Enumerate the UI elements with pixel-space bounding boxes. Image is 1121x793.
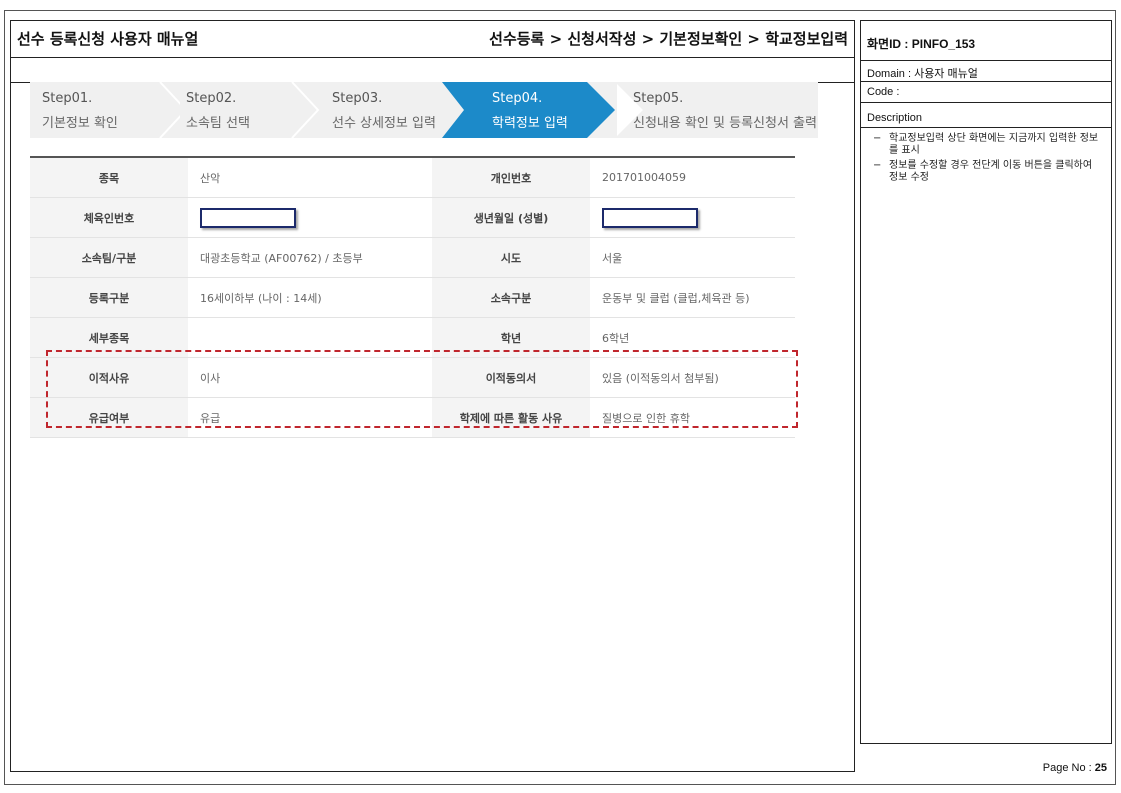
table-value-cell [590, 197, 795, 238]
step-4: Step04. 학력정보 입력 [490, 82, 600, 138]
step-3: Step03. 선수 상세정보 입력 [320, 82, 450, 138]
domain-label: Domain : 사용자 매뉴얼 [861, 61, 1111, 82]
table-value-cell [188, 197, 432, 238]
page-number: Page No : 25 [1043, 762, 1107, 774]
step-number: Step05. [633, 91, 684, 106]
table-row: 소속팀/구분 대광초등학교 (AF00762) / 초등부 시도 서울 [30, 237, 795, 278]
table-header-cell: 소속팀/구분 [30, 237, 188, 278]
page-label: Page No : [1042, 762, 1092, 774]
side-panel: 화면ID : PINFO_153 Domain : 사용자 매뉴얼 Code :… [860, 20, 1112, 744]
redacted-box [602, 207, 698, 228]
table-value-cell: 대광초등학교 (AF00762) / 초등부 [188, 237, 432, 278]
step-5: Step05. 신청내용 확인 및 등록신청서 출력 [615, 82, 818, 138]
step-number: Step02. [186, 91, 237, 106]
step-label: 선수 상세정보 입력 [332, 116, 436, 131]
table-header-cell: 시도 [432, 237, 590, 278]
table-value-cell: 서울 [590, 237, 795, 278]
table-header-cell: 체육인번호 [30, 197, 188, 238]
table-header-cell: 개인번호 [432, 156, 590, 198]
page-number-value: 25 [1094, 762, 1107, 774]
table-value-cell: 운동부 및 클럽 (클럽,체육관 등) [590, 277, 795, 318]
step-label: 기본정보 확인 [42, 116, 118, 131]
screen-id: 화면ID : PINFO_153 [861, 21, 1111, 61]
description-label: Description [861, 103, 1111, 128]
step-label: 소속팀 선택 [186, 116, 250, 131]
breadcrumb: 선수등록 > 신청서작성 > 기본정보확인 > 학교정보입력 [489, 30, 848, 48]
table-header-cell: 등록구분 [30, 277, 188, 318]
header-subbar [11, 57, 854, 83]
table-row: 등록구분 16세이하부 (나이 : 14세) 소속구분 운동부 및 클럽 (클럽… [30, 277, 795, 318]
table-header-cell: 생년월일 (성별) [432, 197, 590, 238]
description-text: 학교정보입력 상단 화면에는 지금까지 입력한 정보를 표시 [889, 133, 1099, 156]
table-header-cell: 종목 [30, 156, 188, 198]
doc-title: 선수 등록신청 사용자 매뉴얼 [17, 30, 199, 48]
table-value-cell: 산악 [188, 156, 432, 198]
step-number: Step01. [42, 91, 93, 106]
table-row: 체육인번호 생년월일 (성별) [30, 197, 795, 238]
step-progress: Step01. 기본정보 확인 Step02. 소속팀 선택 Step03. 선… [30, 82, 818, 138]
step-number: Step03. [332, 91, 383, 106]
table-value-cell: 16세이하부 (나이 : 14세) [188, 277, 432, 318]
table-row: 종목 산악 개인번호 201701004059 [30, 156, 795, 198]
description-text: 정보를 수정할 경우 전단계 이동 버튼을 클릭하여 정보 수정 [889, 160, 1093, 183]
list-item: − 정보를 수정할 경우 전단계 이동 버튼을 클릭하여 정보 수정 [873, 160, 1093, 183]
description-list: − 학교정보입력 상단 화면에는 지금까지 입력한 정보를 표시 − 정보를 수정할… [869, 133, 1103, 187]
list-item: − 학교정보입력 상단 화면에는 지금까지 입력한 정보를 표시 [873, 133, 1099, 156]
table-header-cell: 소속구분 [432, 277, 590, 318]
header-bar: 선수 등록신청 사용자 매뉴얼 선수등록 > 신청서작성 > 기본정보확인 > … [11, 21, 854, 58]
step-label: 신청내용 확인 및 등록신청서 출력 [633, 116, 817, 131]
redacted-box [200, 207, 296, 228]
step-number: Step04. [492, 91, 543, 106]
highlight-box [46, 350, 798, 428]
code-label: Code : [861, 82, 1111, 103]
step-label: 학력정보 입력 [492, 116, 568, 131]
table-value-cell: 201701004059 [590, 156, 795, 198]
